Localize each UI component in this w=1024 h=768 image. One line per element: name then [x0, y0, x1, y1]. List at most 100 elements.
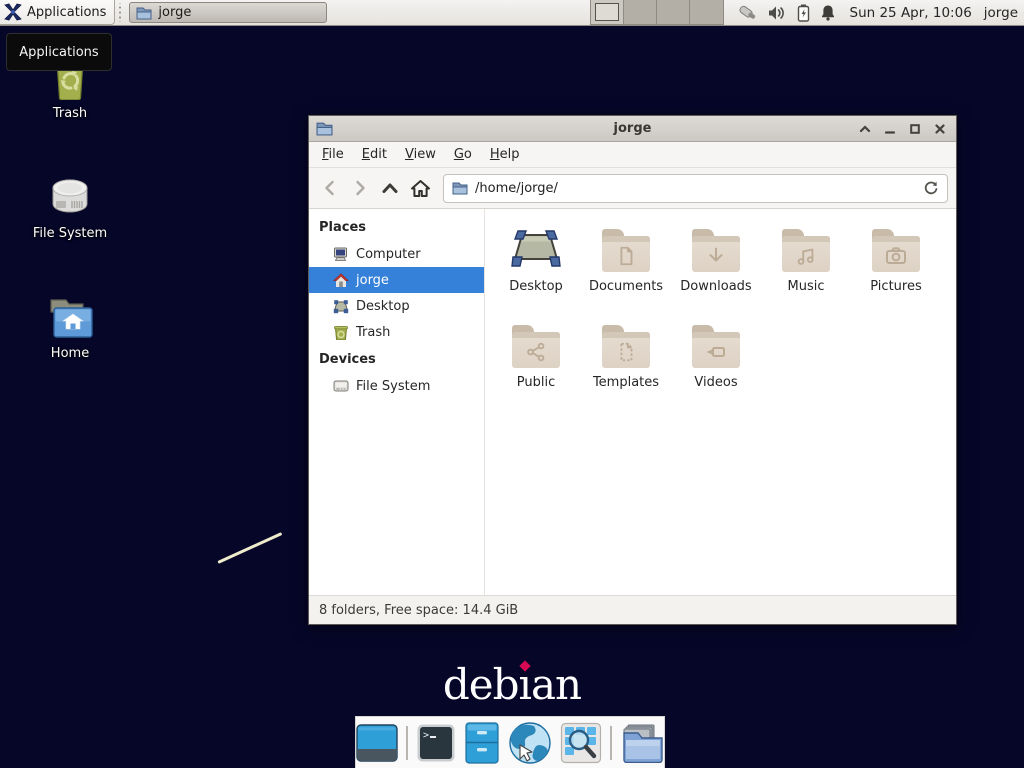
maximize-button[interactable] — [907, 121, 923, 137]
workspace-3[interactable] — [657, 0, 690, 24]
sidebar-item-label: jorge — [356, 273, 389, 288]
videos-folder-icon — [692, 332, 740, 368]
home-folder-icon — [20, 290, 120, 340]
statusbar-text: 8 folders, Free space: 14.4 GiB — [319, 603, 518, 618]
desktop-icon-file-system[interactable]: File System — [20, 170, 120, 241]
workspace-switcher — [590, 0, 724, 25]
dock: > — [355, 716, 665, 768]
sidebar-item-jorge[interactable]: jorge — [309, 267, 484, 293]
file-item-documents[interactable]: Documents — [581, 221, 671, 317]
taskbar-window-button[interactable]: jorge — [129, 2, 327, 23]
taskbar-window-label: jorge — [158, 5, 191, 20]
debian-logo-text: an — [531, 660, 581, 709]
forward-button[interactable] — [347, 175, 373, 201]
folder-icon — [136, 6, 152, 20]
computer-icon — [333, 247, 349, 262]
shade-button[interactable] — [857, 121, 873, 137]
close-button[interactable] — [932, 121, 948, 137]
file-view[interactable]: Desktop Documents — [485, 209, 956, 595]
drive-icon — [333, 379, 349, 393]
web-browser-button[interactable] — [508, 721, 552, 765]
back-button[interactable] — [317, 175, 343, 201]
home-icon — [333, 273, 349, 288]
workspace-4[interactable] — [690, 0, 723, 24]
sidebar-places-header: Places — [309, 213, 484, 241]
show-desktop-button[interactable] — [356, 721, 398, 765]
panel-clock[interactable]: Sun 25 Apr, 10:06 — [844, 0, 978, 25]
dock-separator — [610, 726, 612, 760]
desktop-icon — [333, 299, 349, 314]
sidebar-item-label: Computer — [356, 247, 421, 262]
workspace-2[interactable] — [624, 0, 657, 24]
workspace-1[interactable] — [591, 0, 624, 24]
home-button[interactable] — [407, 175, 433, 201]
menu-go[interactable]: Go — [445, 144, 481, 165]
file-item-templates[interactable]: Templates — [581, 317, 671, 413]
window-folder-icon — [316, 121, 333, 136]
icon-grid: Desktop Documents — [485, 209, 956, 413]
top-panel: Applications jorge — [0, 0, 1024, 26]
menu-help[interactable]: Help — [481, 144, 529, 165]
desktop-icon-label: Trash — [20, 106, 120, 121]
file-item-pictures[interactable]: Pictures — [851, 221, 941, 317]
drive-icon — [20, 170, 120, 220]
sidebar-item-computer[interactable]: Computer — [309, 241, 484, 267]
location-bar[interactable]: /home/jorge/ — [443, 174, 948, 203]
sidebar-item-desktop[interactable]: Desktop — [309, 293, 484, 319]
terminal-icon: > — [416, 723, 456, 763]
titlebar[interactable]: jorge — [309, 116, 956, 142]
reload-icon[interactable] — [923, 180, 939, 196]
app-finder-button[interactable] — [560, 721, 602, 765]
app-finder-icon — [560, 722, 602, 764]
applications-tooltip: Applications — [6, 33, 112, 71]
file-item-label: Desktop — [509, 279, 563, 294]
sidebar-item-trash[interactable]: Trash — [309, 319, 484, 345]
applications-menu-button[interactable]: Applications — [0, 0, 115, 25]
music-folder-icon — [782, 236, 830, 272]
minimize-button[interactable] — [882, 121, 898, 137]
show-desktop-icon — [356, 724, 398, 762]
menu-edit[interactable]: Edit — [353, 144, 396, 165]
dock-separator — [406, 726, 408, 760]
applications-menu-label: Applications — [27, 5, 106, 20]
path-text[interactable]: /home/jorge/ — [475, 181, 916, 196]
pictures-folder-icon — [872, 236, 920, 272]
terminal-button[interactable]: > — [416, 721, 456, 765]
desktop-icon-home[interactable]: Home — [20, 290, 120, 361]
battery-icon[interactable] — [797, 4, 810, 22]
downloads-folder-icon — [692, 236, 740, 272]
xfce-menu-icon — [4, 3, 22, 21]
trash-icon — [333, 325, 349, 340]
up-button[interactable] — [377, 175, 403, 201]
volume-icon[interactable] — [768, 5, 787, 21]
stray-desktop-line — [217, 532, 282, 564]
desktop-icon-label: File System — [20, 226, 120, 241]
sidebar-item-file-system[interactable]: File System — [309, 373, 484, 399]
sidebar-devices-header: Devices — [309, 345, 484, 373]
debian-logo-text: deb — [443, 660, 519, 709]
file-item-label: Documents — [589, 279, 663, 294]
globe-browser-icon — [508, 721, 552, 765]
directory-button[interactable] — [620, 721, 664, 765]
window-title: jorge — [317, 121, 948, 136]
file-item-videos[interactable]: Videos — [671, 317, 761, 413]
menu-file[interactable]: File — [313, 144, 353, 165]
debian-logo: debıan — [0, 660, 1024, 709]
file-manager-button[interactable] — [464, 721, 501, 765]
menu-view[interactable]: View — [396, 144, 445, 165]
file-item-label: Downloads — [680, 279, 751, 294]
statusbar: 8 folders, Free space: 14.4 GiB — [309, 595, 956, 624]
panel-username[interactable]: jorge — [978, 0, 1024, 25]
panel-handle[interactable] — [116, 3, 124, 22]
file-item-music[interactable]: Music — [761, 221, 851, 317]
file-item-public[interactable]: Public — [491, 317, 581, 413]
menubar: File Edit View Go Help — [309, 142, 956, 168]
notifications-bell-icon[interactable] — [820, 4, 836, 21]
sidebar: Places Computer jorge — [309, 209, 485, 595]
file-item-label: Music — [788, 279, 825, 294]
file-item-desktop[interactable]: Desktop — [491, 221, 581, 317]
desktop-folder-icon — [510, 221, 562, 277]
file-item-downloads[interactable]: Downloads — [671, 221, 761, 317]
public-folder-icon — [512, 332, 560, 368]
input-device-icon[interactable] — [736, 4, 758, 22]
